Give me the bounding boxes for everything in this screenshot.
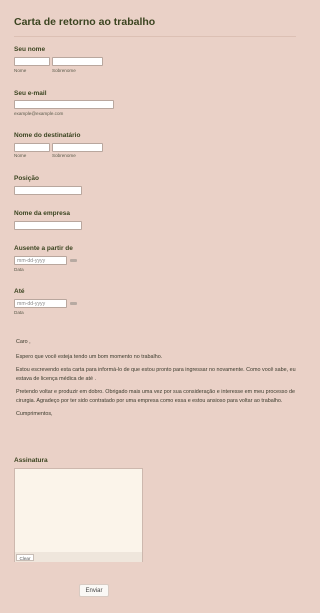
signature-pad[interactable] xyxy=(14,468,143,562)
until-sublabel: Data xyxy=(14,310,24,315)
company-label: Nome da empresa xyxy=(14,210,70,217)
first-name-sublabel: Nome xyxy=(14,68,27,73)
name-label: Seu nome xyxy=(14,46,46,53)
letter-greeting: Caro , xyxy=(16,339,31,345)
last-name-sublabel: Sobrenome xyxy=(52,68,76,73)
recipient-label: Nome do destinatário xyxy=(14,132,81,139)
absent-from-sublabel: Data xyxy=(14,267,24,272)
submit-button[interactable]: Enviar xyxy=(79,584,109,597)
letter-body: Caro , Espero que você esteja tendo um b… xyxy=(16,338,296,419)
email-input[interactable] xyxy=(14,100,114,109)
email-label: Seu e-mail xyxy=(14,90,47,97)
absent-from-date-input[interactable]: mm-dd-yyyy xyxy=(14,256,67,265)
title-divider xyxy=(14,36,296,37)
recipient-last-sublabel: Sobrenome xyxy=(52,153,76,158)
until-label: Até xyxy=(14,288,25,295)
company-input[interactable] xyxy=(14,221,82,230)
form-title: Carta de retorno ao trabalho xyxy=(14,16,156,28)
first-name-input[interactable] xyxy=(14,57,50,66)
letter-paragraph-1: Espero que você esteja tendo um bom mome… xyxy=(16,353,163,360)
recipient-first-sublabel: Nome xyxy=(14,153,27,158)
last-name-input[interactable] xyxy=(52,57,103,66)
calendar-icon[interactable] xyxy=(70,259,77,262)
letter-closing: Cumprimentos, xyxy=(16,411,53,417)
email-sublabel: example@example.com xyxy=(14,111,64,116)
recipient-last-name-input[interactable] xyxy=(52,143,103,152)
calendar-icon[interactable] xyxy=(70,302,77,305)
position-input[interactable] xyxy=(14,186,82,195)
until-date-input[interactable]: mm-dd-yyyy xyxy=(14,299,67,308)
clear-signature-button[interactable]: Clear xyxy=(16,554,34,561)
position-label: Posição xyxy=(14,175,39,182)
recipient-first-name-input[interactable] xyxy=(14,143,50,152)
signature-label: Assinatura xyxy=(14,457,48,464)
letter-paragraph-2: Estou escrevendo esta carta para informá… xyxy=(16,367,296,382)
signature-pad-footer xyxy=(15,552,142,562)
absent-from-label: Ausente a partir de xyxy=(14,245,73,252)
letter-paragraph-3: Pretendo voltar e produzir em dobro. Obr… xyxy=(16,389,295,404)
